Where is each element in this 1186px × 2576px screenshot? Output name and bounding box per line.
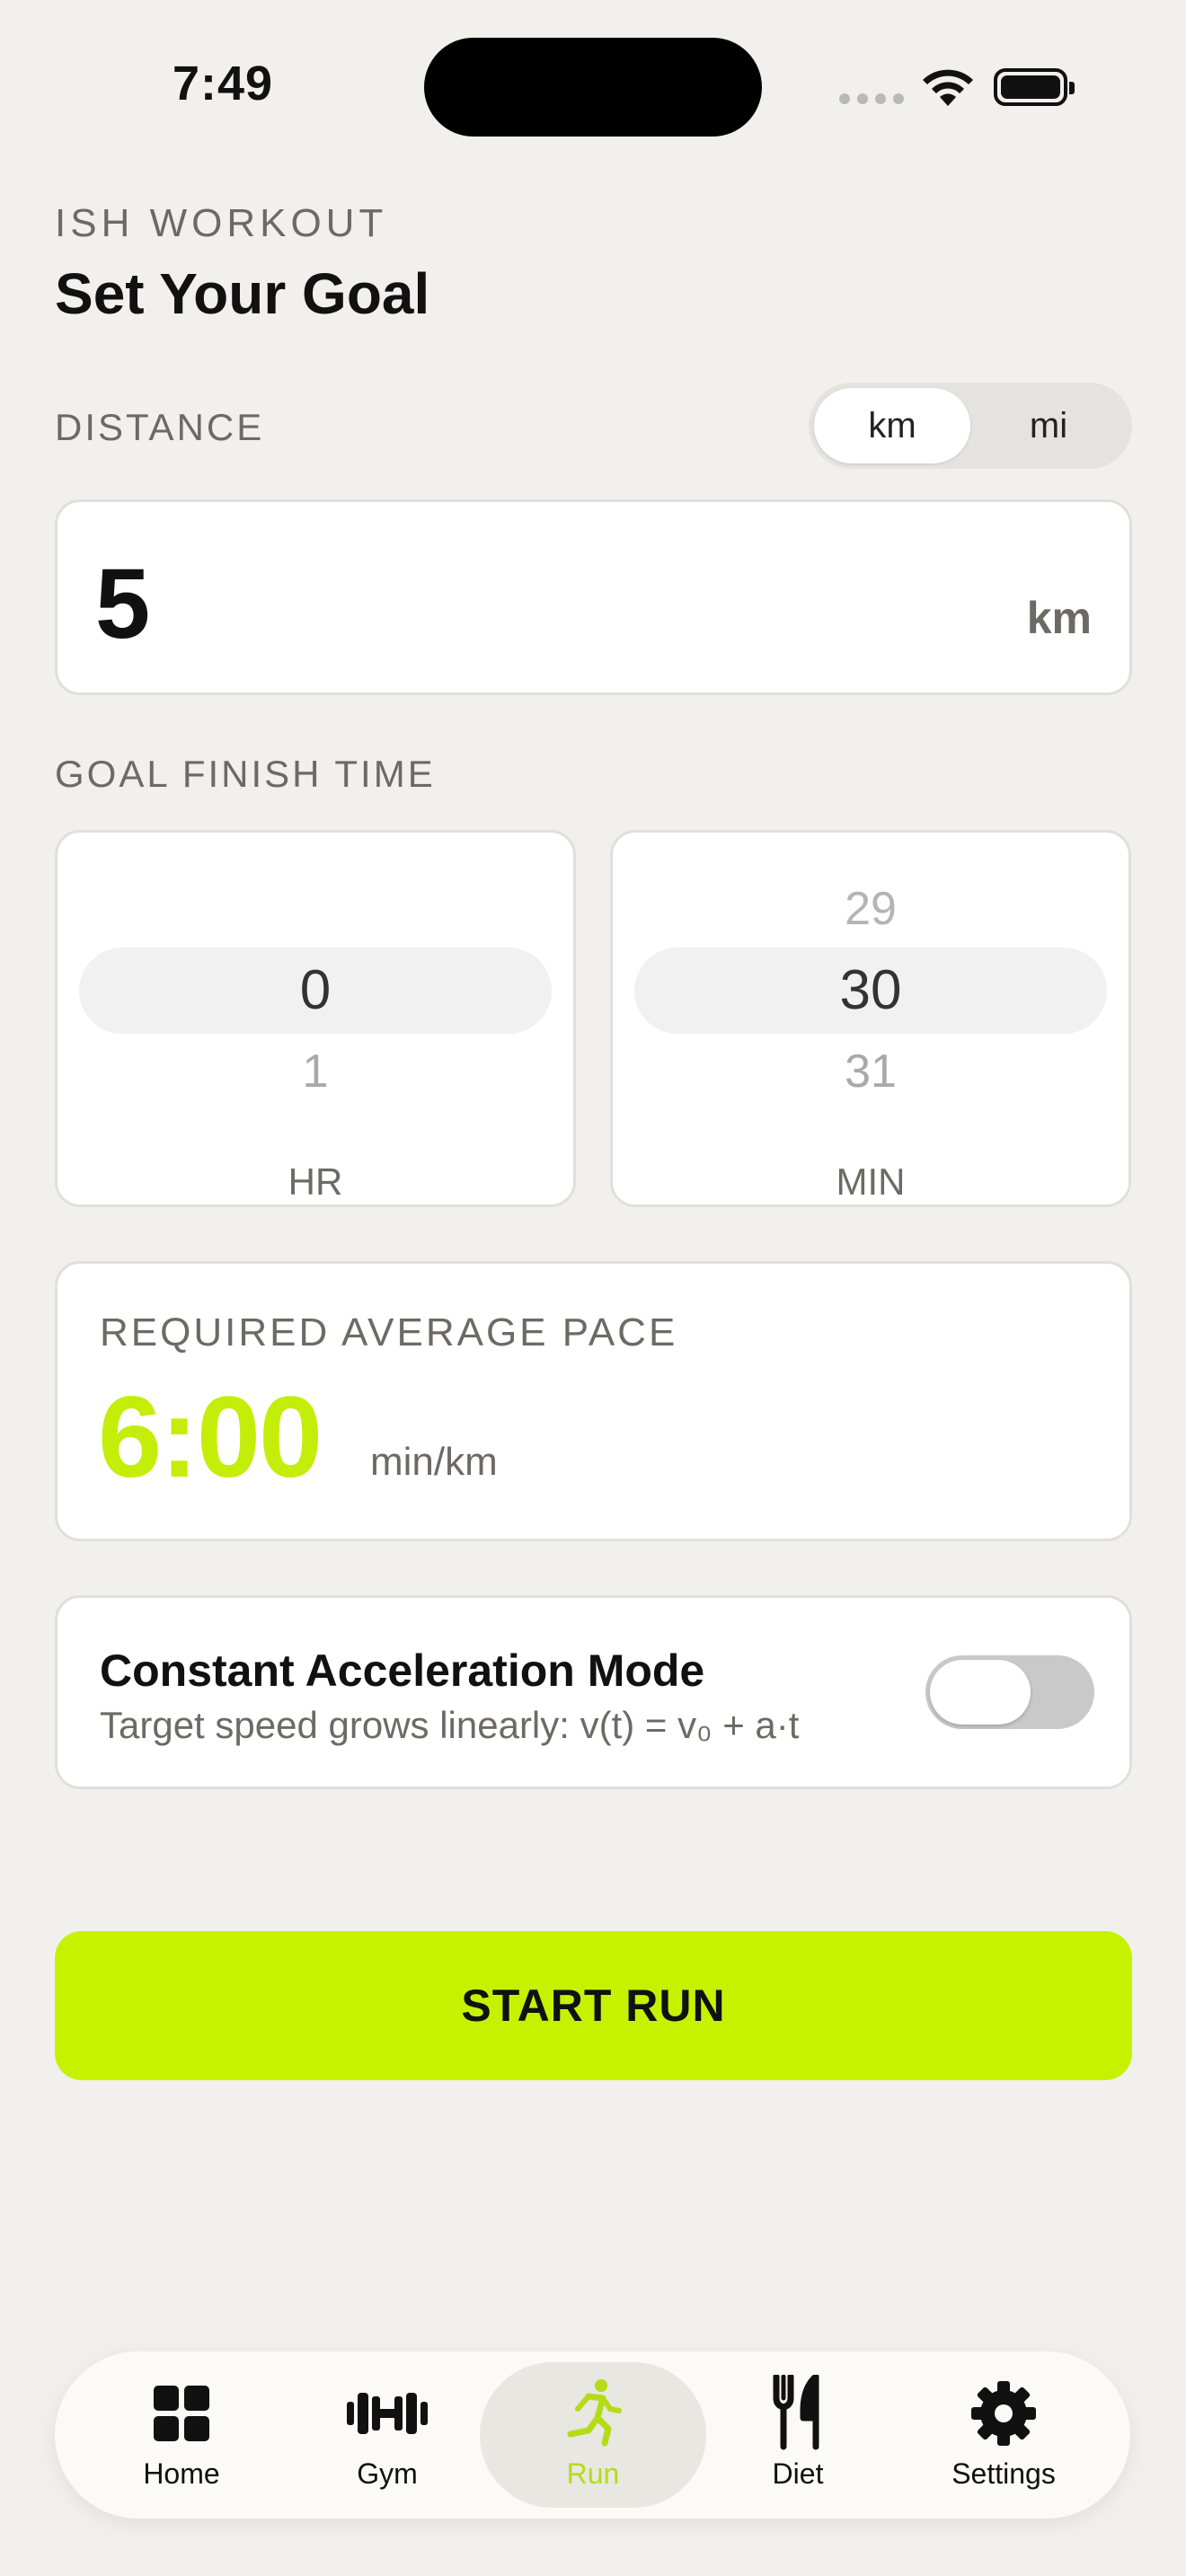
acceleration-card: Constant Acceleration Mode Target speed … [55,1595,1132,1789]
tab-label: Settings [951,2457,1056,2490]
wifi-icon [923,69,973,106]
minutes-prev-value: 29 [845,883,897,935]
pace-label: REQUIRED AVERAGE PACE [100,1310,678,1354]
distance-unit: km [1026,593,1092,643]
acceleration-title: Constant Acceleration Mode [100,1645,705,1696]
minutes-caption: MIN [836,1160,906,1203]
toggle-knob [930,1660,1031,1725]
distance-input[interactable]: 5 km [55,499,1132,695]
acceleration-subtitle: Target speed grows linearly: v(t) = v₀ +… [100,1704,800,1746]
tab-run[interactable]: Run [503,2351,683,2519]
unit-option-mi[interactable]: mi [970,388,1127,463]
page-title: Set Your Goal [55,261,430,326]
cellular-signal-icon [839,93,904,104]
unit-option-km[interactable]: km [814,388,970,463]
runner-icon [567,2379,622,2447]
hours-next-value: 1 [302,1045,329,1098]
unit-toggle: km mi [809,383,1132,469]
distance-label: DISTANCE [55,406,265,448]
tab-home[interactable]: Home [92,2351,271,2519]
tab-label: Diet [772,2457,824,2490]
app-kicker: ISH WORKOUT [55,201,388,245]
grid-icon [154,2386,209,2441]
tab-label: Home [143,2457,220,2490]
status-time: 7:49 [173,57,274,110]
hours-picker[interactable]: 0 1 HR [55,830,576,1207]
minutes-next-value: 31 [845,1045,897,1098]
finish-time-label: GOAL FINISH TIME [55,753,436,795]
pace-card: REQUIRED AVERAGE PACE 6:00 min/km [55,1261,1132,1541]
tab-diet[interactable]: Diet [708,2351,888,2519]
tab-gym[interactable]: Gym [297,2351,477,2519]
minutes-selected-value: 30 [839,959,902,1021]
dumbbell-icon [347,2393,428,2434]
start-run-button[interactable]: START RUN [55,1931,1132,2080]
pace-unit: min/km [370,1440,498,1484]
tab-settings[interactable]: Settings [914,2351,1093,2519]
hours-caption: HR [288,1160,343,1203]
pace-value: 6:00 [98,1373,323,1502]
hours-selected-value: 0 [299,959,332,1021]
tab-label: Run [566,2457,620,2490]
tab-bar: Home Gym Run Diet Settings [55,2351,1130,2519]
distance-value: 5 [95,549,151,659]
minutes-picker[interactable]: 29 30 31 MIN [610,830,1131,1207]
acceleration-toggle[interactable] [925,1655,1094,1729]
gear-icon [971,2381,1036,2446]
battery-icon [994,68,1075,106]
tab-label: Gym [357,2457,418,2490]
dynamic-island [424,38,762,137]
fork-knife-icon [773,2375,819,2450]
